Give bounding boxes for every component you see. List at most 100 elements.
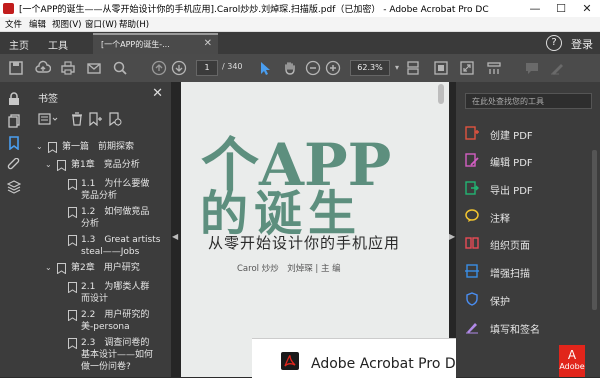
- lock-icon[interactable]: [7, 92, 21, 106]
- bookmark-item[interactable]: 第一篇 前期探索: [62, 142, 134, 153]
- tool-search-input[interactable]: 在此处查找您的工具: [465, 93, 592, 109]
- tool-edit-pdf[interactable]: 编辑 PDF: [465, 153, 595, 169]
- bookmark-item-cont[interactable]: 基本设计——如何: [81, 350, 153, 361]
- bookmark-item[interactable]: 2.1 为哪类人群: [81, 282, 149, 293]
- attachment-icon[interactable]: [7, 157, 21, 172]
- delete-bookmark-icon[interactable]: [70, 112, 84, 126]
- tool-label: 填写和签名: [490, 325, 540, 336]
- new-bookmark-icon[interactable]: [88, 112, 102, 127]
- tool-label: 注释: [490, 214, 510, 225]
- bookmark-panel-icon[interactable]: [7, 136, 21, 151]
- bookmark-item[interactable]: 第2章 用户研究: [71, 263, 140, 274]
- print-icon[interactable]: [60, 60, 76, 76]
- bookmark-icon: [68, 282, 77, 293]
- layers-icon[interactable]: [6, 180, 22, 194]
- cloud-upload-icon[interactable]: [35, 60, 51, 76]
- sign-pen-icon[interactable]: [549, 60, 565, 76]
- menu-file[interactable]: 文件: [5, 18, 22, 30]
- adobe-badge-text: Adobe: [559, 362, 585, 371]
- tool-enhance-scan[interactable]: 增强扫描: [465, 264, 595, 280]
- comment-toolbar-icon[interactable]: [524, 60, 540, 76]
- acrobat-app-icon: [3, 3, 14, 14]
- bookmark-item[interactable]: 1.3 Great artists: [81, 235, 160, 246]
- bookmark-item[interactable]: 第1章 竞品分析: [71, 160, 140, 171]
- bookmark-item-cont[interactable]: 分析: [81, 219, 99, 230]
- tools-scrollbar[interactable]: [592, 150, 597, 310]
- login-link[interactable]: 登录: [571, 36, 593, 52]
- bookmarks-panel: 书签 ✕ ⌄ 第一篇 前期探索 ⌄ 第1章 竞品分析 1.1 为什么要做 竞品分…: [28, 82, 171, 377]
- toolbar: 1 / 340 62.3% ▾: [0, 54, 600, 83]
- menu-help[interactable]: 帮助(H): [119, 18, 149, 30]
- bookmark-options-icon[interactable]: [38, 112, 58, 126]
- bookmark-item-cont[interactable]: 竞品分析: [81, 191, 117, 202]
- comment-icon: [465, 209, 479, 222]
- page-layout-icon[interactable]: [405, 60, 421, 76]
- bookmark-item[interactable]: 1.1 为什么要做: [81, 179, 149, 190]
- minimize-button[interactable]: —: [522, 0, 548, 17]
- bookmark-item[interactable]: 2.3 调查问卷的: [81, 338, 149, 349]
- navigation-rail: [0, 82, 29, 377]
- bookmarks-title: 书签: [38, 94, 58, 105]
- save-icon[interactable]: [8, 60, 24, 76]
- close-panel-icon[interactable]: ✕: [152, 86, 163, 101]
- fill-sign-icon: [466, 323, 478, 334]
- tab-document[interactable]: [一个APP的诞生-... ✕: [93, 33, 218, 54]
- tool-organize-pages[interactable]: 组织页面: [465, 236, 595, 252]
- bookmark-icon: [48, 142, 57, 153]
- close-tab-icon[interactable]: ✕: [204, 38, 212, 49]
- page-number-input[interactable]: 1: [196, 60, 218, 76]
- maximize-button[interactable]: ☐: [548, 0, 574, 17]
- bookmark-icon: [57, 160, 66, 171]
- cover-subtitle: 从零开始设计你的手机应用: [208, 234, 401, 252]
- zoom-in-icon[interactable]: [325, 60, 341, 76]
- bookmark-item[interactable]: 1.2 如何做竞品: [81, 207, 149, 218]
- close-window-button[interactable]: ✕: [574, 0, 600, 17]
- tool-protect[interactable]: 保护: [465, 292, 595, 308]
- hand-tool-icon[interactable]: [282, 60, 298, 76]
- tool-label: 创建 PDF: [490, 131, 533, 142]
- collapse-chevron-icon[interactable]: ⌄: [45, 263, 52, 272]
- previous-page-icon[interactable]: [151, 60, 167, 76]
- menu-view[interactable]: 视图(V): [52, 18, 81, 30]
- tool-label: 编辑 PDF: [490, 158, 533, 169]
- tool-export-pdf[interactable]: 导出 PDF: [465, 181, 595, 197]
- next-page-icon[interactable]: [171, 60, 187, 76]
- collapse-right-panel-icon[interactable]: ▶: [449, 232, 455, 241]
- tab-tools[interactable]: 工具: [48, 37, 68, 52]
- help-icon[interactable]: ?: [546, 35, 562, 51]
- search-icon[interactable]: [112, 60, 128, 76]
- collapse-left-panel-icon[interactable]: ◀: [172, 232, 178, 241]
- collapse-chevron-icon[interactable]: ⌄: [45, 160, 52, 169]
- tool-comment[interactable]: 注释: [465, 209, 595, 225]
- bookmark-item-cont[interactable]: 美-persona: [81, 322, 130, 333]
- document-scrollbar[interactable]: [438, 84, 444, 104]
- bookmark-item-cont[interactable]: steal——Jobs: [81, 247, 139, 258]
- select-cursor-icon[interactable]: [257, 60, 273, 76]
- bookmark-item-cont[interactable]: 做一份问卷?: [81, 362, 131, 373]
- zoom-level-select[interactable]: 62.3%: [350, 60, 390, 76]
- edit-pdf-icon: [465, 153, 479, 167]
- window-title: [一个APP的诞生——从零开始设计你的手机应用].Carol炒炒.刘焯琛.扫描版…: [19, 5, 489, 15]
- page-thumbnails-icon[interactable]: [7, 114, 21, 128]
- bookmark-item[interactable]: 2.2 用户研究的: [81, 310, 149, 321]
- page-total: / 340: [222, 62, 243, 71]
- tools-customize-icon[interactable]: [486, 60, 502, 76]
- bookmark-icon: [68, 207, 77, 218]
- menu-edit[interactable]: 编辑: [29, 18, 46, 30]
- zoom-out-icon[interactable]: [305, 60, 321, 76]
- bookmark-item-cont[interactable]: 而设计: [81, 294, 108, 305]
- tool-fill-sign[interactable]: 填写和签名: [465, 320, 595, 336]
- email-icon[interactable]: [86, 60, 102, 76]
- expand-bookmark-icon[interactable]: [108, 112, 122, 127]
- tab-bar: 主页 工具 [一个APP的诞生-... ✕ ? 登录: [0, 32, 600, 54]
- menu-window[interactable]: 窗口(W): [85, 18, 117, 30]
- tool-label: 保护: [490, 297, 510, 308]
- tab-home[interactable]: 主页: [9, 37, 29, 52]
- zoom-dropdown-icon[interactable]: ▾: [389, 60, 405, 76]
- full-screen-icon[interactable]: [459, 60, 475, 76]
- tool-create-pdf[interactable]: 创建 PDF: [465, 126, 595, 142]
- cover-authors: Carol 炒炒 刘焯琛 | 主 编: [237, 264, 341, 274]
- fit-page-icon[interactable]: [433, 60, 449, 76]
- adobe-badge: A Adobe: [559, 345, 585, 377]
- collapse-chevron-icon[interactable]: ⌄: [36, 142, 43, 151]
